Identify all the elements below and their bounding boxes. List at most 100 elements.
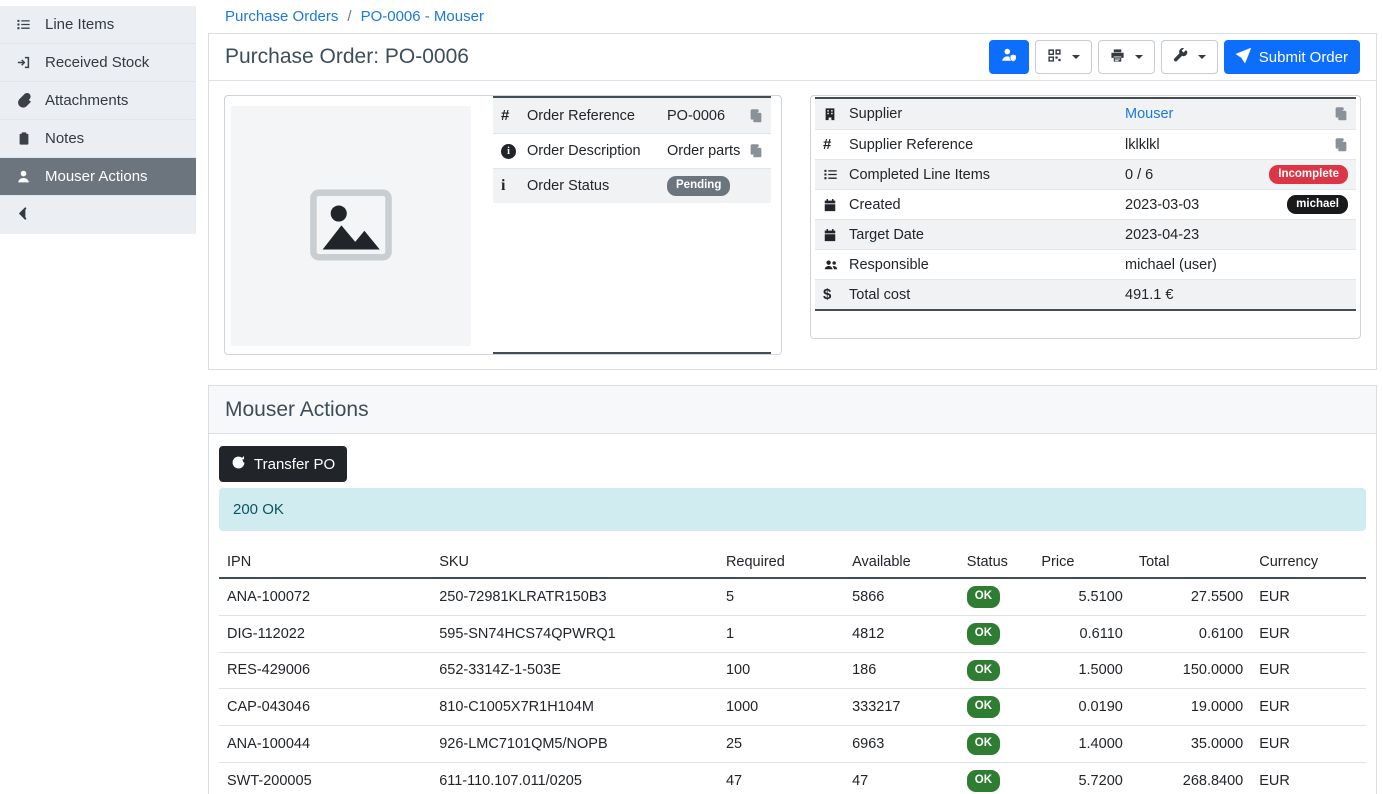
- header-available: Available: [844, 549, 959, 578]
- order-status-row: i Order Status Pending: [493, 168, 771, 203]
- cell-status: OK: [959, 615, 1034, 652]
- table-row: RES-429006 652-3314Z-1-503E 100 186 OK 1…: [219, 652, 1366, 689]
- cell-ipn: ANA-100072: [219, 578, 431, 615]
- breadcrumb-link-current-order[interactable]: PO-0006 - Mouser: [361, 8, 484, 25]
- dollar-icon: $: [823, 286, 849, 303]
- barcode-actions-dropdown[interactable]: [1035, 40, 1092, 74]
- transfer-po-button[interactable]: Transfer PO: [219, 446, 347, 482]
- ok-badge: OK: [967, 586, 1000, 608]
- sidebar-item-label: Notes: [45, 130, 84, 147]
- info-circle-icon: i: [501, 144, 527, 159]
- responsible-label: Responsible: [849, 257, 1125, 273]
- chevron-left-icon: [16, 206, 31, 224]
- incomplete-badge: Incomplete: [1269, 165, 1348, 185]
- cell-sku: 595-SN74HCS74QPWRQ1: [431, 615, 718, 652]
- list-check-icon: [823, 167, 849, 182]
- cell-total: 268.8400: [1131, 762, 1251, 794]
- order-reference-label: Order Reference: [527, 108, 667, 124]
- print-actions-dropdown[interactable]: [1098, 40, 1155, 74]
- order-options-dropdown[interactable]: [1161, 40, 1218, 74]
- clipboard-icon: [15, 131, 32, 146]
- mouser-actions-panel-body: Transfer PO 200 OK IPN SKU Required: [209, 434, 1376, 794]
- cell-currency: EUR: [1251, 762, 1366, 794]
- status-pending-badge: Pending: [667, 176, 730, 196]
- target-date-label: Target Date: [849, 227, 1125, 243]
- completed-line-items-value: 0 / 6: [1125, 167, 1269, 183]
- submit-order-button[interactable]: Submit Order: [1224, 40, 1360, 74]
- sidebar-item-mouser-actions[interactable]: Mouser Actions: [0, 158, 196, 196]
- panel-title: Mouser Actions: [225, 398, 369, 422]
- purchase-order-panel: Purchase Order: PO-0006: [208, 33, 1377, 370]
- copy-icon[interactable]: [1334, 107, 1348, 121]
- sign-in-icon: [15, 55, 32, 70]
- header-status: Status: [959, 549, 1034, 578]
- target-date-value: 2023-04-23: [1125, 227, 1348, 243]
- cell-ipn: CAP-043046: [219, 689, 431, 726]
- cell-total: 27.5500: [1131, 578, 1251, 615]
- total-cost-row: $ Total cost 491.1 €: [815, 279, 1356, 309]
- cell-price: 1.4000: [1033, 726, 1130, 763]
- created-value: 2023-03-03: [1125, 197, 1287, 213]
- cell-ipn: SWT-200005: [219, 762, 431, 794]
- order-image-placeholder[interactable]: [231, 106, 471, 346]
- created-row: Created 2023-03-03 michael: [815, 189, 1356, 219]
- page-title: Purchase Order: PO-0006: [225, 45, 469, 69]
- cell-required: 25: [718, 726, 844, 763]
- transfer-po-label: Transfer PO: [254, 456, 335, 473]
- cell-status: OK: [959, 578, 1034, 615]
- sidebar-item-received-stock[interactable]: Received Stock: [0, 44, 196, 82]
- issue-order-button[interactable]: [989, 40, 1029, 74]
- copy-icon[interactable]: [1334, 138, 1348, 152]
- cell-currency: EUR: [1251, 578, 1366, 615]
- copy-icon[interactable]: [749, 109, 763, 123]
- cell-currency: EUR: [1251, 652, 1366, 689]
- mouser-parts-table: IPN SKU Required Available Status Price …: [219, 549, 1366, 794]
- supplier-label: Supplier: [849, 106, 1125, 122]
- copy-icon[interactable]: [749, 144, 763, 158]
- cell-sku: 652-3314Z-1-503E: [431, 652, 718, 689]
- header-currency: Currency: [1251, 549, 1366, 578]
- building-icon: [823, 107, 849, 121]
- cell-price: 0.6110: [1033, 615, 1130, 652]
- image-icon: [305, 179, 397, 274]
- sidebar-item-line-items[interactable]: Line Items: [0, 6, 196, 44]
- cell-price: 5.7200: [1033, 762, 1130, 794]
- cell-price: 5.5100: [1033, 578, 1130, 615]
- users-icon: [823, 258, 849, 272]
- qrcode-icon: [1047, 48, 1062, 67]
- cell-available: 6963: [844, 726, 959, 763]
- order-description-label: Order Description: [527, 143, 667, 159]
- order-detail-cards: # Order Reference PO-0006 i Order Descri…: [209, 81, 1376, 369]
- completed-line-items-row: Completed Line Items 0 / 6 Incomplete: [815, 159, 1356, 189]
- cell-status: OK: [959, 652, 1034, 689]
- hash-icon: #: [823, 136, 849, 153]
- sidebar-item-attachments[interactable]: Attachments: [0, 82, 196, 120]
- ok-badge: OK: [967, 623, 1000, 645]
- cell-price: 0.0190: [1033, 689, 1130, 726]
- cell-available: 5866: [844, 578, 959, 615]
- supplier-link[interactable]: Mouser: [1125, 106, 1173, 122]
- calendar-icon: [823, 228, 849, 242]
- total-cost-value: 491.1 €: [1125, 287, 1348, 303]
- header-total: Total: [1131, 549, 1251, 578]
- breadcrumb-link-purchase-orders[interactable]: Purchase Orders: [225, 8, 338, 25]
- order-details-card: # Order Reference PO-0006 i Order Descri…: [224, 95, 782, 355]
- alert-text: 200 OK: [233, 501, 284, 518]
- sidebar-item-label: Mouser Actions: [45, 168, 148, 185]
- main-content: Purchase Orders / PO-0006 - Mouser Purch…: [196, 0, 1383, 794]
- refresh-icon: [231, 455, 246, 474]
- ok-badge: OK: [967, 733, 1000, 755]
- chevron-down-icon: [1072, 55, 1080, 59]
- sidebar-collapse-button[interactable]: [0, 196, 196, 234]
- responsible-row: Responsible michael (user): [815, 249, 1356, 279]
- sidebar-item-notes[interactable]: Notes: [0, 120, 196, 158]
- total-cost-label: Total cost: [849, 287, 1125, 303]
- cell-required: 5: [718, 578, 844, 615]
- cell-required: 1000: [718, 689, 844, 726]
- cell-available: 47: [844, 762, 959, 794]
- header-ipn: IPN: [219, 549, 431, 578]
- header-sku: SKU: [431, 549, 718, 578]
- cell-ipn: DIG-112022: [219, 615, 431, 652]
- mouser-actions-panel-header: Mouser Actions: [209, 386, 1376, 434]
- cell-total: 0.6100: [1131, 615, 1251, 652]
